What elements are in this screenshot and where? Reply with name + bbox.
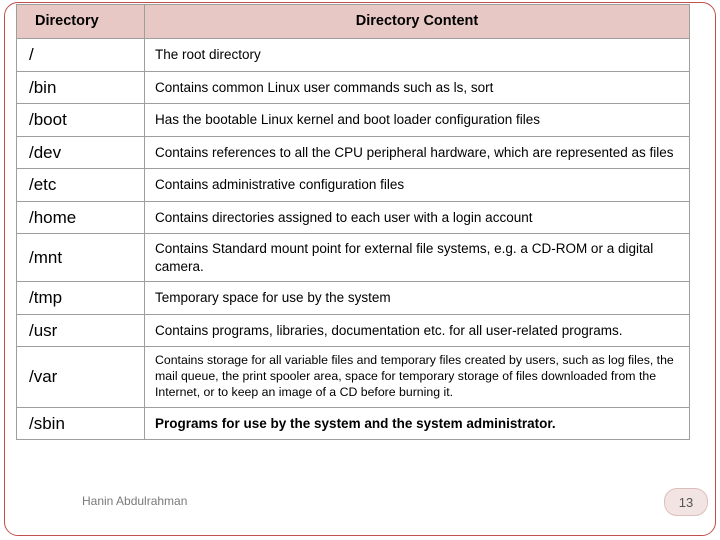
cell-directory-description: Has the bootable Linux kernel and boot l… <box>144 103 690 137</box>
cell-directory-name: /usr <box>16 313 145 348</box>
cell-directory-name: /boot <box>16 103 145 137</box>
cell-directory-name: /home <box>16 200 145 235</box>
cell-directory-description: Contains programs, libraries, documentat… <box>144 313 690 348</box>
table-row: /bin Contains common Linux user commands … <box>16 70 690 105</box>
page-number-badge: 13 <box>664 488 708 516</box>
column-header-directory-content: Directory Content <box>144 4 690 39</box>
table-row: /etc Contains administrative configuratio… <box>16 168 690 202</box>
table-row: /tmp Temporary space for use by the syste… <box>16 281 690 315</box>
table-header-row: Directory Directory Content <box>16 4 690 39</box>
author-footer: Hanin Abdulrahman <box>82 494 188 508</box>
cell-directory-name: /tmp <box>16 281 145 315</box>
directory-table: Directory Directory Content / The root di… <box>16 4 690 441</box>
table-row: /home Contains directories assigned to ea… <box>16 200 690 235</box>
cell-directory-description: Contains directories assigned to each us… <box>144 200 690 235</box>
cell-directory-description: Contains Standard mount point for extern… <box>144 233 690 283</box>
cell-directory-name: /var <box>16 346 145 408</box>
table-row: /boot Has the bootable Linux kernel and b… <box>16 103 690 137</box>
table-row: /mnt Contains Standard mount point for ex… <box>16 233 690 283</box>
table-row: /var Contains storage for all variable fi… <box>16 346 690 408</box>
cell-directory-description: The root directory <box>144 38 690 72</box>
directory-table-container: Directory Directory Content / The root di… <box>16 4 690 441</box>
cell-directory-name: /etc <box>16 168 145 202</box>
column-header-directory: Directory <box>16 4 145 39</box>
cell-directory-name: /bin <box>16 70 145 105</box>
table-row: /sbin Programs for use by the system and … <box>16 406 690 441</box>
cell-directory-name: /dev <box>16 135 145 170</box>
table-row: / The root directory <box>16 38 690 72</box>
cell-directory-name: /sbin <box>16 406 145 441</box>
cell-directory-name: /mnt <box>16 233 145 283</box>
cell-directory-description: Contains references to all the CPU perip… <box>144 135 690 170</box>
cell-directory-description: Temporary space for use by the system <box>144 281 690 315</box>
cell-directory-description: Contains administrative configuration fi… <box>144 168 690 202</box>
cell-directory-description: Contains common Linux user commands such… <box>144 70 690 105</box>
cell-directory-description: Contains storage for all variable files … <box>144 346 690 408</box>
table-row: /dev Contains references to all the CPU p… <box>16 135 690 170</box>
page-number-label: 13 <box>678 494 694 510</box>
cell-directory-description: Programs for use by the system and the s… <box>144 406 690 441</box>
table-row: /usr Contains programs, libraries, docume… <box>16 313 690 348</box>
cell-directory-name: / <box>16 38 145 72</box>
